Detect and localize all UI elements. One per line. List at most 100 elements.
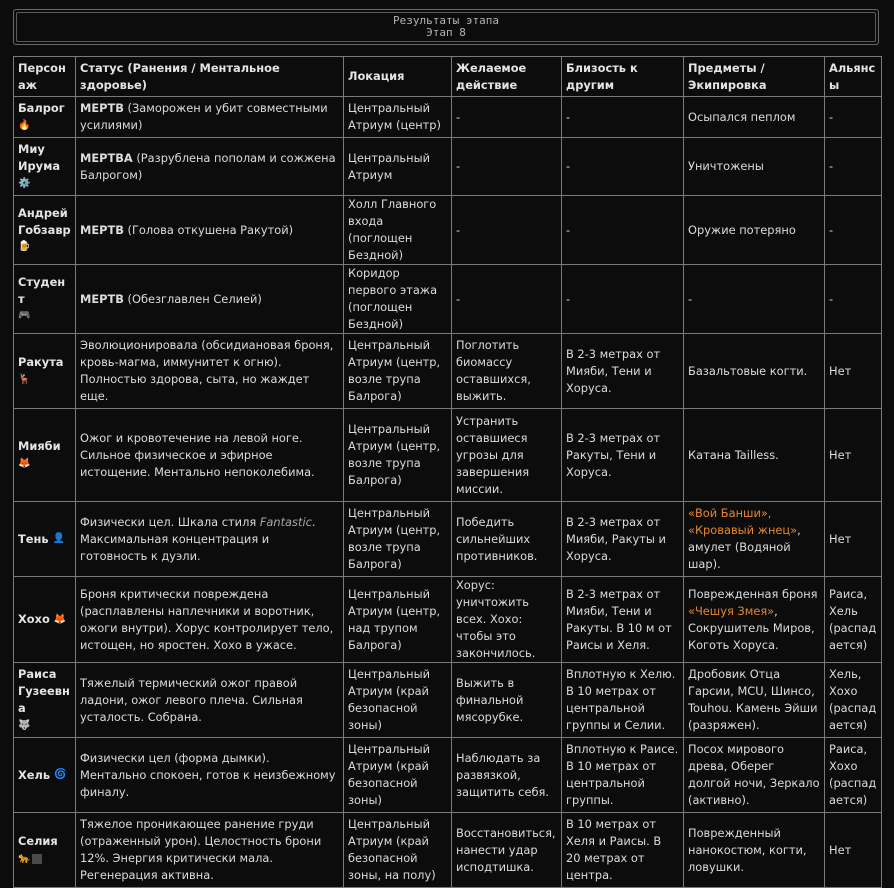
alliance-cell: - [824, 96, 882, 138]
alliance-cell: Раиса, Хель (распадается) [824, 576, 882, 663]
status-cell: Тяжелое проникающее ранение груди (отраж… [75, 812, 344, 888]
location-cell: Центральный Атриум (центр, над трупом Ба… [343, 576, 452, 663]
items-cell: Оружие потеряно [683, 195, 825, 265]
items-cell: Поврежденный нанокостюм, когти, ловушки. [683, 812, 825, 888]
character-name: Мияби [18, 439, 61, 453]
alliance-cell: Нет [824, 812, 882, 888]
character-cell: Раиса Гузеевна 🐺 [13, 662, 76, 738]
table-row: Тень 👤 Физически цел. Шкала стиля Fantas… [13, 501, 882, 577]
proximity-cell: - [561, 137, 684, 196]
table-row: Мияби 🦊 Ожог и кровотечение на левой ноге… [13, 408, 882, 502]
items-cell: Поврежденная броня «Чешуя Змея», Сокруши… [683, 576, 825, 663]
status-cell: МЕРТВ (Обезглавлен Селией) [75, 264, 344, 334]
banner-subtitle: Этап 8 [426, 26, 466, 39]
location-cell: Центральный Атриум (край безопасной зоны… [343, 737, 452, 813]
status-cell: МЕРТВА (Разрублена пополам и сожжена Бал… [75, 137, 344, 196]
items-cell: Катана Tailless. [683, 408, 825, 502]
header-action: Желаемое действие [451, 56, 562, 97]
character-name: Балрог [18, 101, 65, 115]
location-cell: Центральный Атриум (центр, возле трупа Б… [343, 408, 452, 502]
proximity-cell: В 2-3 метрах от Ракуты, Тени и Хоруса. [561, 408, 684, 502]
character-cell: Миу Ирума ⚙️ [13, 137, 76, 196]
action-cell: - [451, 137, 562, 196]
fox-icon: 🦊 [18, 457, 31, 469]
status-bold: МЕРТВ [80, 101, 124, 115]
character-name: Тень [18, 531, 49, 546]
alliance-cell: Хель, Хохо (распадается) [824, 662, 882, 738]
character-cell: Хель 🌀 [13, 737, 76, 813]
status-cell: МЕРТВ (Заморожен и убит совместными усил… [75, 96, 344, 138]
header-character: Персонаж [13, 56, 76, 97]
stage-results-banner: Результаты этапа Этап 8 [13, 9, 879, 45]
fire-icon: 🔥 [18, 119, 31, 131]
location-cell: Центральный Атриум (край безопасной зоны… [343, 662, 452, 738]
results-table: Персонаж Статус (Ранения / Ментальное зд… [13, 56, 882, 888]
header-items: Предметы / Экипировка [683, 56, 825, 97]
location-cell: Центральный Атриум (центр, возле трупа Б… [343, 501, 452, 577]
status-cell: Тяжелый термический ожог правой ладони, … [75, 662, 344, 738]
location-cell: Центральный Атриум (центр, возле трупа Б… [343, 333, 452, 409]
action-cell: - [451, 195, 562, 265]
items-cell: Осыпался пеплом [683, 96, 825, 138]
table-row: Селия 🐆 Тяжелое проникающее ранение груди… [13, 812, 882, 888]
status-cell: Физически цел (форма дымки). Ментально с… [75, 737, 344, 813]
table-row: Балрог 🔥 МЕРТВ (Заморожен и убит совместн… [13, 96, 882, 138]
items-cell: Дробовик Отца Гарсии, MCU, Шинсо, Touhou… [683, 662, 825, 738]
action-cell: - [451, 264, 562, 334]
gamepad-icon: 🎮 [18, 310, 31, 321]
table-row: Хель 🌀 Физически цел (форма дымки). Мент… [13, 737, 882, 813]
gear-icon: ⚙️ [18, 177, 31, 189]
header-alliance: Альянсы [824, 56, 882, 97]
items-cell: Посох мирового древа, Оберег долгой ночи… [683, 737, 825, 813]
character-name: Хохо [18, 612, 50, 626]
character-name: Селия [18, 834, 58, 848]
black-square-icon [32, 853, 43, 864]
item-text: Поврежденная броня [688, 586, 818, 601]
location-cell: Коридор первого этажа (поглощен Бездной) [343, 264, 452, 334]
action-cell: Выжить в финальной мясорубке. [451, 662, 562, 738]
location-cell: Центральный Атриум [343, 137, 452, 196]
table-row: Андрей Гобзавр 🍺 МЕРТВ (Голова откушена Р… [13, 195, 882, 265]
character-cell: Хохо 🦊 [13, 576, 76, 663]
status-cell: Броня критически повреждена (расплавлены… [75, 576, 344, 663]
item-weapon: «Кровавый жнец» [688, 523, 798, 537]
status-text: (Голова откушена Ракутой) [123, 222, 294, 237]
proximity-cell: В 2-3 метрах от Мияби, Ракуты и Хоруса. [561, 501, 684, 577]
location-cell: Центральный Атриум (край безопасной зоны… [343, 812, 452, 888]
style-rank: Fantastic [259, 514, 312, 529]
character-name: Ракута [18, 355, 64, 369]
action-cell: Наблюдать за развязкой, защитить себя. [451, 737, 562, 813]
table-row: Студент 🎮 МЕРТВ (Обезглавлен Селией) Кори… [13, 264, 882, 334]
status-cell: Физически цел. Шкала стиля Fantastic. Ма… [75, 501, 344, 577]
character-cell: Андрей Гобзавр 🍺 [13, 195, 76, 265]
proximity-cell: В 2-3 метрах от Мияби, Тени и Хоруса. [561, 333, 684, 409]
action-cell: Поглотить биомассу оставшихся, выжить. [451, 333, 562, 409]
status-text: Физически цел. Шкала стиля [80, 514, 260, 529]
header-status: Статус (Ранения / Ментальное здоровье) [75, 56, 344, 97]
proximity-cell: В 10 метрах от Хеля и Раисы. В 20 метрах… [561, 812, 684, 888]
shadow-figure-icon: 👤 [52, 533, 65, 544]
character-cell: Тень 👤 [13, 501, 76, 577]
table-row: Ракута 🦌 Эволюционировала (обсидиановая б… [13, 333, 882, 409]
status-text: (Обезглавлен Селией) [123, 291, 262, 306]
proximity-cell: Вплотную к Раисе. В 10 метрах от централ… [561, 737, 684, 813]
status-bold: МЕРТВ [80, 291, 124, 306]
character-cell: Мияби 🦊 [13, 408, 76, 502]
status-cell: МЕРТВ (Голова откушена Ракутой) [75, 195, 344, 265]
alliance-cell: - [824, 195, 882, 265]
action-cell: Хорус: уничтожить всех. Хохо: чтобы это … [451, 576, 562, 663]
status-bold: МЕРТВА [80, 150, 133, 165]
proximity-cell: - [561, 264, 684, 334]
character-name: Раиса Гузеевна [18, 667, 70, 715]
proximity-cell: - [561, 195, 684, 265]
item-armor: «Чешуя Змея» [688, 603, 775, 618]
alliance-cell: Раиса, Хохо (распадается) [824, 737, 882, 813]
proximity-cell: - [561, 96, 684, 138]
leopard-icon: 🐆 [18, 852, 31, 864]
status-bold: МЕРТВ [80, 222, 124, 237]
character-cell: Ракута 🦌 [13, 333, 76, 409]
items-cell: Уничтожены [683, 137, 825, 196]
proximity-cell: Вплотную к Хелю. В 10 метрах от централь… [561, 662, 684, 738]
proximity-cell: В 2-3 метрах от Мияби, Тени и Ракуты. В … [561, 576, 684, 663]
character-cell: Селия 🐆 [13, 812, 76, 888]
